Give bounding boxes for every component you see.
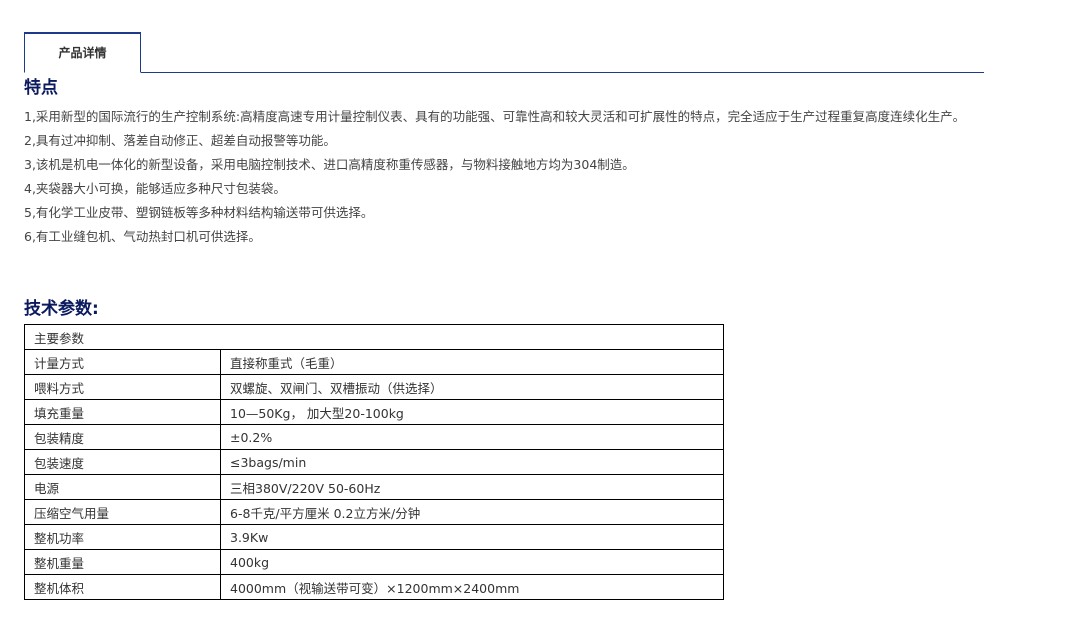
spec-value: 10—50Kg， 加大型20-100kg bbox=[220, 399, 724, 425]
spec-label: 填充重量 bbox=[24, 399, 221, 425]
spec-value: ±0.2% bbox=[220, 424, 724, 450]
feature-item: 1,采用新型的国际流行的生产控制系统:高精度高速专用计量控制仪表、具有的功能强、… bbox=[24, 109, 966, 124]
table-row: 计量方式 直接称重式（毛重） bbox=[24, 349, 724, 375]
spec-value: 直接称重式（毛重） bbox=[220, 349, 724, 375]
spec-value: 4000mm（视输送带可变）×1200mm×2400mm bbox=[220, 574, 724, 600]
spec-label: 包装精度 bbox=[24, 424, 221, 450]
tab-product-details[interactable]: 产品详情 bbox=[24, 32, 141, 73]
specs-heading: 技术参数: bbox=[24, 299, 99, 319]
spec-label: 整机功率 bbox=[24, 524, 221, 550]
table-header-cell: 主要参数 bbox=[24, 324, 724, 350]
specs-table: 主要参数 计量方式 直接称重式（毛重） 喂料方式 双螺旋、双闸门、双槽振动（供选… bbox=[24, 324, 724, 600]
spec-label: 电源 bbox=[24, 474, 221, 500]
table-row: 填充重量 10—50Kg， 加大型20-100kg bbox=[24, 399, 724, 425]
feature-item: 6,有工业缝包机、气动热封口机可供选择。 bbox=[24, 229, 261, 244]
spec-label: 喂料方式 bbox=[24, 374, 221, 400]
spec-label: 包装速度 bbox=[24, 449, 221, 475]
tab-bar: 产品详情 bbox=[24, 32, 984, 73]
feature-item: 2,具有过冲抑制、落差自动修正、超差自动报警等功能。 bbox=[24, 133, 336, 148]
spec-label: 整机体积 bbox=[24, 574, 221, 600]
spec-value: 三相380V/220V 50-60Hz bbox=[220, 474, 724, 500]
feature-item: 3,该机是机电一体化的新型设备，采用电脑控制技术、进口高精度称重传感器，与物料接… bbox=[24, 157, 635, 172]
spec-label: 整机重量 bbox=[24, 549, 221, 575]
table-row: 压缩空气用量 6-8千克/平方厘米 0.2立方米/分钟 bbox=[24, 499, 724, 525]
spec-label: 计量方式 bbox=[24, 349, 221, 375]
table-row: 电源 三相380V/220V 50-60Hz bbox=[24, 474, 724, 500]
table-header-row: 主要参数 bbox=[24, 324, 724, 350]
spec-label: 压缩空气用量 bbox=[24, 499, 221, 525]
table-row: 整机功率 3.9Kw bbox=[24, 524, 724, 550]
spec-value: ≤3bags/min bbox=[220, 449, 724, 475]
features-list: 1,采用新型的国际流行的生产控制系统:高精度高速专用计量控制仪表、具有的功能强、… bbox=[24, 105, 984, 249]
spec-value: 双螺旋、双闸门、双槽振动（供选择） bbox=[220, 374, 724, 400]
spec-value: 400kg bbox=[220, 549, 724, 575]
table-row: 包装精度 ±0.2% bbox=[24, 424, 724, 450]
spec-value: 6-8千克/平方厘米 0.2立方米/分钟 bbox=[220, 499, 724, 525]
table-row: 整机重量 400kg bbox=[24, 549, 724, 575]
spec-value: 3.9Kw bbox=[220, 524, 724, 550]
table-row: 包装速度 ≤3bags/min bbox=[24, 449, 724, 475]
features-heading: 特点 bbox=[24, 78, 58, 98]
feature-item: 4,夹袋器大小可换，能够适应多种尺寸包装袋。 bbox=[24, 181, 286, 196]
table-row: 整机体积 4000mm（视输送带可变）×1200mm×2400mm bbox=[24, 574, 724, 600]
feature-item: 5,有化学工业皮带、塑钢链板等多种材料结构输送带可供选择。 bbox=[24, 205, 374, 220]
table-row: 喂料方式 双螺旋、双闸门、双槽振动（供选择） bbox=[24, 374, 724, 400]
